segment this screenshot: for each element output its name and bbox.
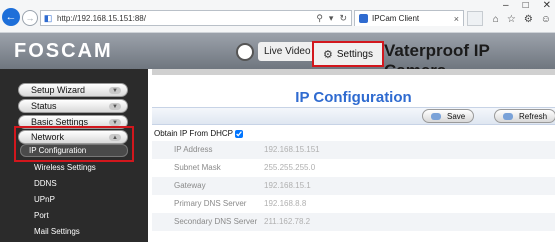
browser-chrome: ← → ◧ http://192.168.15.151:88/ ⚲ ▾ ↻ IP… (0, 0, 555, 33)
ip-address-field[interactable]: 192.168.15.151 (264, 145, 320, 154)
chevron-down-icon: ▼ (109, 103, 121, 110)
search-icon[interactable]: ⚲ (316, 13, 323, 24)
gear-icon: ⚙ (322, 48, 333, 61)
settings-label: Settings (336, 48, 373, 60)
refresh-button[interactable]: Refresh (494, 109, 555, 123)
live-video-label: Live Video (258, 42, 317, 61)
sidebar-subitem-mail-settings[interactable]: Mail Settings (34, 227, 80, 236)
maximize-icon[interactable]: □ (523, 0, 529, 11)
field-label: Primary DNS Server (174, 199, 247, 208)
field-label: IP Address (174, 145, 213, 154)
ip-config-form: IP Address 192.168.15.151 Subnet Mask 25… (152, 141, 555, 241)
form-row-gateway: Gateway 192.168.15.1 (152, 177, 555, 195)
sidebar-subitem-port[interactable]: Port (34, 211, 49, 220)
close-window-icon[interactable]: ✕ (543, 0, 551, 11)
minimize-icon[interactable]: – (503, 0, 509, 11)
secondary-dns-field[interactable]: 211.162.78.2 (264, 217, 310, 226)
back-arrow-icon[interactable]: ← (2, 8, 20, 26)
dhcp-checkbox[interactable] (234, 129, 243, 138)
forward-arrow-icon[interactable]: → (22, 10, 38, 26)
dhcp-label: Obtain IP From DHCP (154, 129, 233, 138)
refresh-label: Refresh (519, 111, 548, 121)
save-label: Save (447, 111, 466, 121)
page-icon: ◧ (43, 12, 53, 23)
field-label: Gateway (174, 181, 206, 190)
top-strip (152, 69, 555, 75)
browser-toolbar-icons: ⌂ ☆ ⚙ ☺ (493, 14, 551, 25)
address-bar[interactable]: ◧ http://192.168.15.151:88/ ⚲ ▾ ↻ (40, 10, 352, 26)
sidebar-subitem-ip-configuration[interactable]: IP Configuration (20, 144, 128, 157)
tab-title: IPCam Client (372, 14, 420, 23)
sidebar-subitem-ddns[interactable]: DDNS (34, 179, 57, 188)
gateway-field[interactable]: 192.168.15.1 (264, 181, 311, 190)
gear-icon[interactable]: ⚙ (524, 14, 533, 25)
foscam-logo: FOSCAM (14, 40, 113, 62)
form-row-secondary-dns: Secondary DNS Server 211.162.78.2 (152, 213, 555, 231)
save-button[interactable]: Save (422, 109, 475, 123)
sidebar-item-status[interactable]: Status ▼ (18, 99, 128, 113)
browser-tab[interactable]: IPCam Client × (354, 10, 464, 26)
dhcp-option: Obtain IP From DHCP (154, 129, 243, 138)
sidebar-item-setup-wizard[interactable]: Setup Wizard ▼ (18, 83, 128, 97)
main-panel: IP Configuration Save Refresh Obtain IP … (152, 69, 555, 242)
app-header: FOSCAM Live Video ⚙ Settings Vaterproof … (0, 33, 555, 80)
tab-favicon-icon (359, 14, 368, 23)
close-tab-icon[interactable]: × (454, 14, 459, 24)
smiley-icon[interactable]: ☺ (541, 14, 551, 25)
address-url[interactable]: http://192.168.15.151:88/ (57, 14, 146, 23)
form-row-primary-dns: Primary DNS Server 192.168.8.8 (152, 195, 555, 213)
subnet-mask-field[interactable]: 255.255.255.0 (264, 163, 315, 172)
favorites-icon[interactable]: ☆ (507, 14, 516, 25)
form-row-subnet-mask: Subnet Mask 255.255.255.0 (152, 159, 555, 177)
new-tab-button[interactable] (467, 11, 483, 26)
sidebar-item-label: Status (31, 101, 57, 111)
camera-icon (236, 42, 254, 61)
field-label: Secondary DNS Server (174, 217, 258, 226)
home-icon[interactable]: ⌂ (493, 14, 499, 25)
page-title: IP Configuration (295, 89, 412, 106)
chevron-down-icon: ▼ (109, 87, 121, 94)
primary-dns-field[interactable]: 192.168.8.8 (264, 199, 306, 208)
sidebar-subitem-wireless-settings[interactable]: Wireless Settings (34, 163, 96, 172)
window-controls: – □ ✕ (503, 0, 551, 11)
refresh-icon[interactable]: ↻ (339, 13, 347, 24)
sidebar-item-label: Setup Wizard (31, 85, 86, 95)
settings-button[interactable]: ⚙ Settings (312, 41, 384, 67)
live-video-button[interactable]: Live Video (236, 42, 317, 61)
refresh-icon (503, 112, 513, 120)
form-row-ip-address: IP Address 192.168.15.151 (152, 141, 555, 159)
save-icon (431, 112, 441, 120)
action-bar: Save Refresh (152, 107, 555, 125)
sidebar-subitem-upnp[interactable]: UPnP (34, 195, 55, 204)
dropdown-icon[interactable]: ▾ (329, 13, 334, 24)
chevron-down-icon: ▼ (109, 119, 121, 126)
field-label: Subnet Mask (174, 163, 221, 172)
